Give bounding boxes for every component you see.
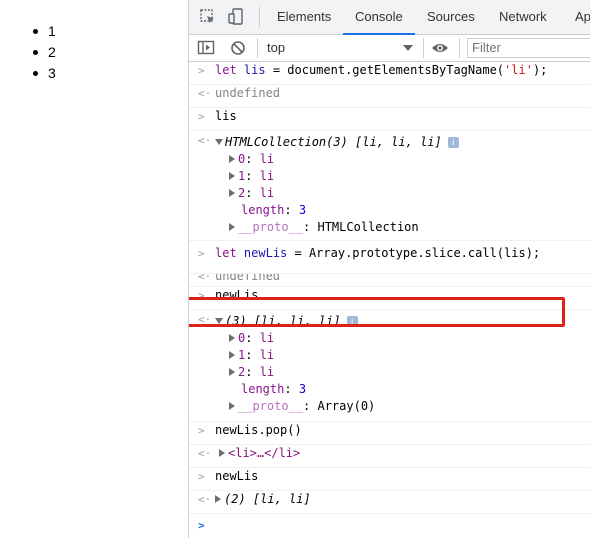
tab-elements[interactable]: Elements — [265, 0, 343, 34]
prompt-chevron-icon: > — [198, 424, 205, 437]
console-toolbar: top — [189, 35, 590, 62]
collection-header[interactable]: HTMLCollection(3) [li, li, li] i — [215, 134, 459, 151]
chevron-down-icon — [403, 45, 413, 51]
command-text: let lis = document.getElementsByTagName(… — [215, 63, 548, 77]
console-output: > let lis = document.getElementsByTagNam… — [189, 62, 590, 538]
command-text: let newLis = Array.prototype.slice.call(… — [215, 246, 541, 260]
collapsed-triangle-icon[interactable] — [229, 155, 235, 163]
prompt-chevron-icon: > — [198, 64, 205, 77]
result-arrow-icon: <· — [198, 134, 212, 147]
filter-input[interactable] — [467, 38, 590, 58]
tab-console[interactable]: Console — [343, 0, 415, 35]
eye-icon[interactable] — [431, 39, 449, 57]
tab-sources[interactable]: Sources — [415, 0, 487, 34]
prompt-chevron-icon: > — [198, 247, 205, 260]
toolbar-divider — [423, 38, 424, 58]
prompt-chevron-icon: > — [198, 470, 205, 483]
result-text: undefined — [215, 274, 281, 283]
context-value: top — [267, 40, 286, 55]
list-item: 3 — [30, 63, 56, 84]
tabbar-divider — [259, 7, 260, 27]
sidebar-toggle-icon[interactable] — [197, 39, 215, 57]
array-item[interactable]: 2: li — [229, 364, 274, 381]
array-result[interactable]: (2) [li, li] — [215, 491, 311, 508]
command-text: newLis — [215, 469, 259, 483]
array-item[interactable]: 0: li — [229, 330, 274, 347]
prompt-caret-icon: > — [198, 519, 205, 532]
devtools-tabbar: Elements Console Sources Network Ap — [189, 0, 590, 35]
info-icon: i — [447, 137, 459, 148]
collapsed-triangle-icon[interactable] — [229, 223, 235, 231]
context-selector[interactable]: top — [267, 39, 415, 57]
console-input-row: > newLis — [189, 468, 590, 491]
console-result-row: <· undefined — [189, 85, 590, 108]
console-input-row: > newLis.pop() — [189, 422, 590, 445]
device-toolbar-icon[interactable] — [227, 8, 245, 26]
collapsed-triangle-icon[interactable] — [229, 402, 235, 410]
console-result-row: <· undefined — [189, 274, 590, 287]
result-arrow-icon: <· — [198, 493, 212, 506]
console-result-row: <· <li>…</li> — [189, 445, 590, 468]
collection-length: length: 3 — [241, 203, 307, 217]
collapsed-triangle-icon[interactable] — [229, 368, 235, 376]
console-result-row: <· (2) [li, li] — [189, 491, 590, 514]
prompt-chevron-icon: > — [198, 110, 205, 123]
command-text: newLis.pop() — [215, 423, 302, 437]
array-length: length: 3 — [241, 382, 307, 396]
collapsed-triangle-icon[interactable] — [229, 172, 235, 180]
console-input-row: > let newLis = Array.prototype.slice.cal… — [189, 241, 590, 274]
tab-network[interactable]: Network — [487, 0, 559, 34]
page-list: 1 2 3 — [30, 21, 56, 84]
list-item: 1 — [30, 21, 56, 42]
collection-item[interactable]: 2: li — [229, 185, 274, 202]
array-proto[interactable]: __proto__: Array(0) — [229, 398, 375, 415]
collection-item[interactable]: 0: li — [229, 151, 274, 168]
console-result-row: <· HTMLCollection(3) [li, li, li] i 0: li… — [189, 131, 590, 241]
result-arrow-icon: <· — [198, 274, 212, 283]
console-input-row: > let lis = document.getElementsByTagNam… — [189, 62, 590, 85]
page-viewport: 1 2 3 — [0, 0, 188, 538]
collection-proto[interactable]: __proto__: HTMLCollection — [229, 219, 419, 236]
collapsed-triangle-icon[interactable] — [229, 334, 235, 342]
element-result[interactable]: <li>…</li> — [219, 445, 300, 462]
console-input-row: > lis — [189, 108, 590, 131]
tab-application[interactable]: Ap — [563, 0, 590, 34]
collapsed-triangle-icon[interactable] — [229, 189, 235, 197]
result-text: undefined — [215, 86, 281, 100]
highlight-box — [189, 297, 565, 327]
list-item: 2 — [30, 42, 56, 63]
collapsed-triangle-icon[interactable] — [219, 449, 225, 457]
console-prompt[interactable]: > — [189, 514, 590, 534]
collapsed-triangle-icon[interactable] — [229, 351, 235, 359]
toolbar-divider — [257, 38, 258, 58]
result-arrow-icon: <· — [198, 87, 212, 100]
result-arrow-icon: <· — [198, 447, 212, 460]
collapsed-triangle-icon[interactable] — [215, 495, 221, 503]
collection-item[interactable]: 1: li — [229, 168, 274, 185]
array-item[interactable]: 1: li — [229, 347, 274, 364]
clear-console-icon[interactable] — [229, 39, 247, 57]
inspect-element-icon[interactable] — [199, 8, 217, 26]
command-text: lis — [215, 109, 237, 123]
devtools-panel: Elements Console Sources Network Ap top — [188, 0, 590, 538]
toolbar-divider — [459, 38, 460, 58]
expand-triangle-icon[interactable] — [215, 139, 223, 145]
